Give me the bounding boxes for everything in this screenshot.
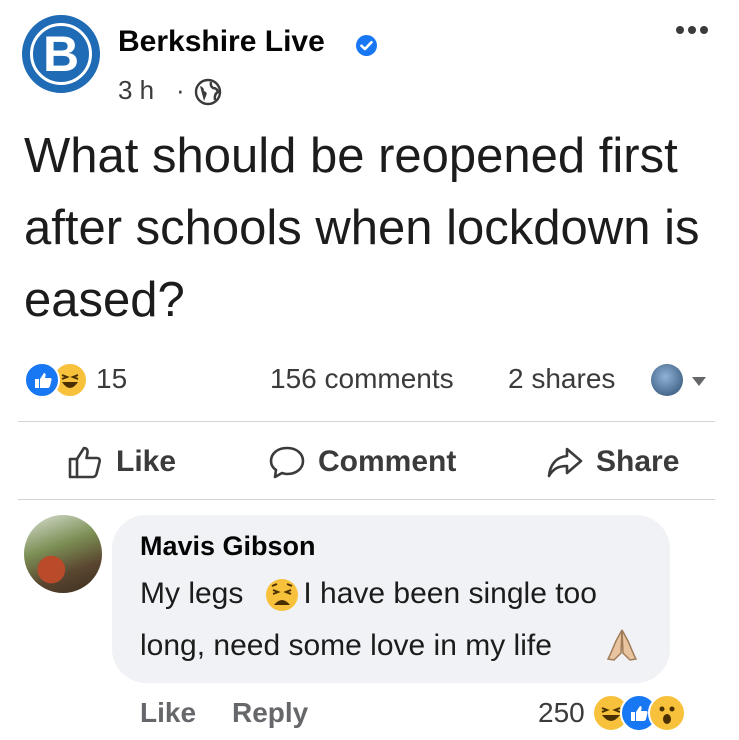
share-arrow-icon bbox=[547, 447, 583, 478]
folded-hands-emoji-icon bbox=[604, 627, 640, 663]
page-name[interactable]: Berkshire Live bbox=[118, 22, 325, 62]
weary-face-emoji-icon bbox=[264, 577, 300, 613]
speech-bubble-icon bbox=[269, 446, 305, 479]
share-button[interactable]: Share bbox=[546, 440, 679, 484]
meta-separator: · bbox=[176, 75, 185, 105]
divider bbox=[18, 421, 715, 422]
comment-button[interactable]: Comment bbox=[268, 440, 456, 484]
reaction-count[interactable]: 15 bbox=[96, 360, 127, 398]
verified-badge-icon bbox=[356, 35, 377, 56]
sharer-avatar[interactable] bbox=[651, 364, 683, 396]
comment-label: Comment bbox=[318, 445, 457, 478]
page-avatar[interactable]: B bbox=[22, 15, 100, 93]
chevron-down-icon[interactable] bbox=[692, 374, 706, 386]
comment-text-part2: I have been single too bbox=[303, 577, 597, 610]
shares-count[interactable]: 2 shares bbox=[508, 360, 615, 398]
commenter-avatar[interactable] bbox=[24, 515, 102, 593]
comment-like-button[interactable]: Like bbox=[140, 694, 196, 732]
comment-text-line1: My legs I have been single too bbox=[140, 574, 597, 614]
comments-count[interactable]: 156 comments bbox=[270, 360, 454, 398]
more-options-icon[interactable] bbox=[668, 20, 716, 40]
avatar-letter: B bbox=[42, 26, 80, 82]
like-reaction-icon bbox=[24, 362, 60, 398]
divider bbox=[18, 499, 715, 500]
like-label: Like bbox=[116, 445, 177, 478]
globe-icon bbox=[194, 78, 222, 106]
post-text: What should be reopened first after scho… bbox=[24, 129, 700, 327]
post-time[interactable]: 3 h bbox=[118, 72, 154, 108]
comment-author[interactable]: Mavis Gibson bbox=[140, 528, 316, 564]
comment-reaction-count[interactable]: 250 bbox=[538, 694, 585, 732]
thumbs-up-icon bbox=[68, 446, 101, 479]
share-label: Share bbox=[596, 445, 680, 478]
comment-reply-button[interactable]: Reply bbox=[232, 694, 308, 732]
comment-text-part1: My legs bbox=[140, 577, 244, 610]
wow-reaction-icon bbox=[648, 694, 686, 732]
like-button[interactable]: Like bbox=[66, 440, 176, 484]
comment-text-line2: long, need some love in my life bbox=[140, 629, 552, 662]
